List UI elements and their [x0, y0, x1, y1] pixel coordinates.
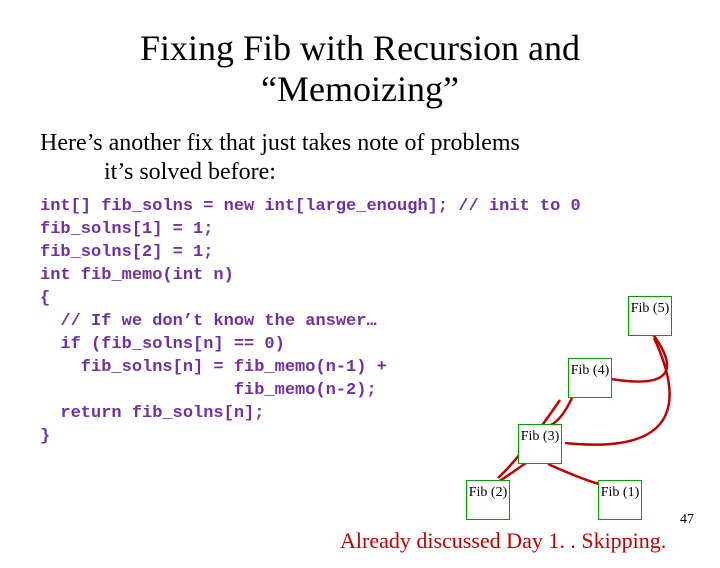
code-block: int[] fib_solns = new int[large_enough];… — [40, 196, 720, 448]
node-fib2: Fib (2) — [466, 480, 510, 520]
node-fib1: Fib (1) — [598, 480, 642, 520]
